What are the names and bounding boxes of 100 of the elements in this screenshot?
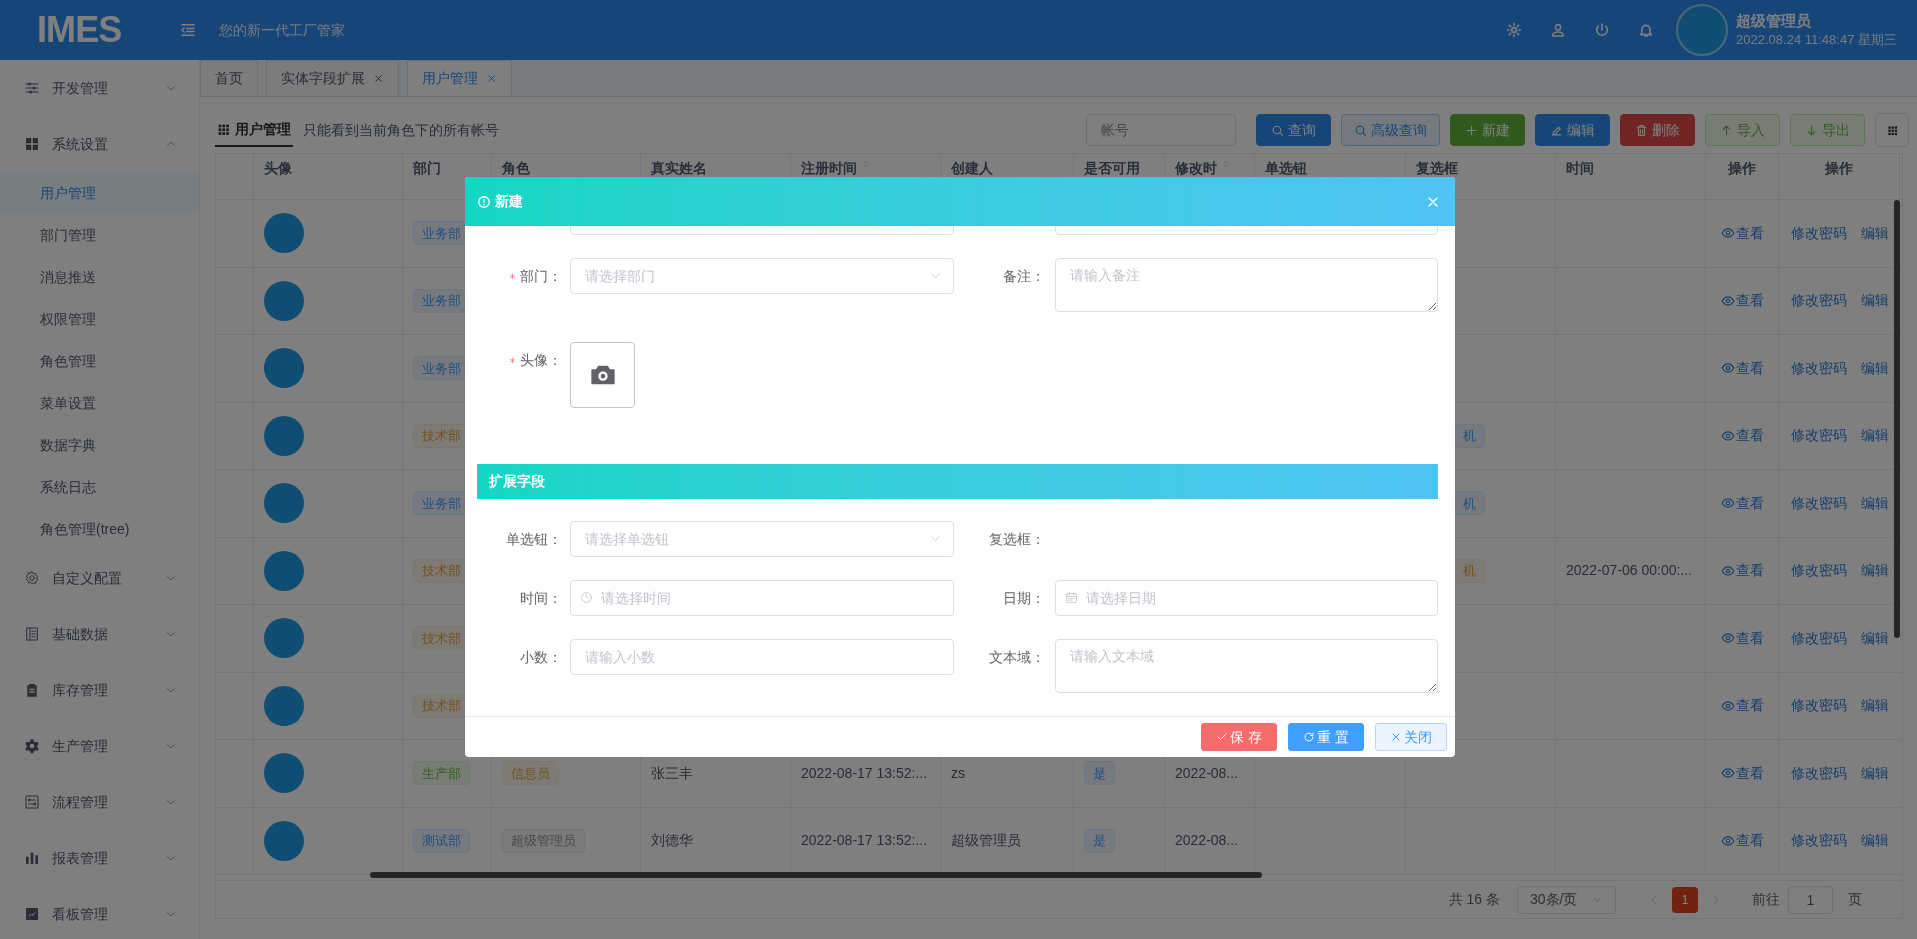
page-input[interactable]: 1 bbox=[1788, 885, 1833, 914]
dialog-button[interactable]: 重 置 bbox=[1288, 723, 1364, 751]
toggle-panel-icon bbox=[24, 794, 40, 810]
view-link[interactable]: 查看 bbox=[1720, 560, 1764, 582]
sidebar-item[interactable]: 流程管理 bbox=[0, 774, 199, 830]
sidebar-item[interactable]: 生产管理 bbox=[0, 718, 199, 774]
sidebar-item[interactable]: 系统设置 bbox=[0, 116, 199, 172]
edit-link[interactable]: 编辑 bbox=[1860, 695, 1889, 717]
page-title-tab[interactable]: 用户管理 bbox=[215, 113, 293, 147]
edit-link[interactable]: 编辑 bbox=[1860, 830, 1889, 852]
edit-link[interactable]: 编辑 bbox=[1860, 290, 1889, 312]
toolbar-button[interactable]: 高级查询 bbox=[1341, 114, 1440, 146]
slogan: 您的新一代工厂管家 bbox=[219, 20, 345, 40]
sidebar-subitem[interactable]: 系统日志 bbox=[0, 466, 199, 508]
column-header[interactable]: 时间 bbox=[1556, 154, 1706, 199]
view-link[interactable]: 查看 bbox=[1720, 492, 1764, 514]
bell-icon[interactable] bbox=[1638, 22, 1655, 38]
dialog-button[interactable]: 保 存 bbox=[1201, 723, 1278, 751]
clipboard-icon bbox=[24, 682, 40, 698]
toolbar-button[interactable]: 删除 bbox=[1620, 114, 1695, 146]
sidebar-subitem[interactable]: 角色管理(tree) bbox=[0, 508, 199, 550]
search-field[interactable]: 帐号 bbox=[1086, 114, 1236, 146]
sidebar-item[interactable]: 看板管理 bbox=[0, 886, 199, 939]
vertical-scrollbar[interactable] bbox=[1894, 200, 1900, 638]
sidebar-subitem[interactable]: 角色管理 bbox=[0, 340, 199, 382]
toolbar-button[interactable]: 编辑 bbox=[1535, 114, 1610, 146]
view-link[interactable]: 查看 bbox=[1720, 627, 1764, 649]
table-cell-text: 2022-08-17 13:52:... bbox=[801, 763, 928, 783]
change-password-link[interactable]: 修改密码 bbox=[1790, 560, 1847, 582]
bar-chart-icon bbox=[24, 850, 40, 866]
user-icon[interactable] bbox=[1550, 22, 1567, 38]
toolbar-button[interactable]: 导出 bbox=[1790, 114, 1865, 146]
toolbar-button[interactable]: 查询 bbox=[1256, 114, 1331, 146]
change-password-link[interactable]: 修改密码 bbox=[1790, 830, 1847, 852]
sidebar-subitem[interactable]: 用户管理 bbox=[0, 172, 199, 214]
tab[interactable]: 实体字段扩展 bbox=[266, 60, 399, 96]
input-field[interactable]: 请输入小数 bbox=[570, 639, 954, 675]
change-password-link[interactable]: 修改密码 bbox=[1790, 290, 1847, 312]
column-header[interactable]: 头像 bbox=[254, 154, 403, 199]
edit-link[interactable]: 编辑 bbox=[1860, 627, 1889, 649]
page-button[interactable]: 1 bbox=[1672, 886, 1698, 913]
view-link[interactable]: 查看 bbox=[1720, 290, 1764, 312]
time-picker[interactable]: 请选择时间 bbox=[570, 580, 954, 616]
arrow-down-icon bbox=[1805, 123, 1818, 137]
select-field[interactable]: 请选择单选钮 bbox=[570, 521, 954, 557]
toolbar-button[interactable]: 新建 bbox=[1450, 114, 1525, 146]
view-link[interactable]: 查看 bbox=[1720, 425, 1764, 447]
sidebar-subitem[interactable]: 权限管理 bbox=[0, 298, 199, 340]
toolbar-button[interactable]: 导入 bbox=[1705, 114, 1780, 146]
change-password-link[interactable]: 修改密码 bbox=[1790, 695, 1847, 717]
close-icon[interactable] bbox=[486, 73, 497, 84]
textarea-field[interactable]: 请输入备注 bbox=[1055, 258, 1438, 312]
tab[interactable]: 用户管理 bbox=[407, 60, 512, 96]
view-link[interactable]: 查看 bbox=[1720, 762, 1764, 784]
view-link[interactable]: 查看 bbox=[1720, 222, 1764, 244]
horizontal-scrollbar[interactable] bbox=[370, 872, 1262, 878]
column-header[interactable]: 操作 bbox=[1779, 154, 1900, 199]
tag: 机 bbox=[1454, 423, 1485, 448]
view-link[interactable]: 查看 bbox=[1720, 357, 1764, 379]
view-link[interactable]: 查看 bbox=[1720, 830, 1764, 852]
sidebar-item[interactable]: 自定义配置 bbox=[0, 550, 199, 606]
close-icon[interactable] bbox=[373, 73, 384, 84]
change-password-link[interactable]: 修改密码 bbox=[1790, 627, 1847, 649]
change-password-link[interactable]: 修改密码 bbox=[1790, 222, 1847, 244]
column-header[interactable]: 操作 bbox=[1706, 154, 1779, 199]
view-link[interactable]: 查看 bbox=[1720, 695, 1764, 717]
sidebar-item[interactable]: 报表管理 bbox=[0, 830, 199, 886]
required-icon bbox=[509, 356, 516, 364]
sidebar-item[interactable]: 开发管理 bbox=[0, 60, 199, 116]
change-password-link[interactable]: 修改密码 bbox=[1790, 425, 1847, 447]
columns-button[interactable] bbox=[1875, 113, 1909, 147]
field-label: 头像： bbox=[520, 350, 562, 370]
edit-link[interactable]: 编辑 bbox=[1860, 762, 1889, 784]
change-password-link[interactable]: 修改密码 bbox=[1790, 357, 1847, 379]
sidebar-subitem[interactable]: 部门管理 bbox=[0, 214, 199, 256]
edit-link[interactable]: 编辑 bbox=[1860, 560, 1889, 582]
change-password-link[interactable]: 修改密码 bbox=[1790, 762, 1847, 784]
settings-icon[interactable] bbox=[1506, 22, 1523, 38]
edit-link[interactable]: 编辑 bbox=[1860, 222, 1889, 244]
sidebar-subitem[interactable]: 消息推送 bbox=[0, 256, 199, 298]
upload-box[interactable] bbox=[570, 342, 635, 408]
sidebar-subitem[interactable]: 数据字典 bbox=[0, 424, 199, 466]
tab[interactable]: 首页 bbox=[200, 60, 258, 96]
dialog-button[interactable]: 关闭 bbox=[1375, 723, 1447, 751]
select-field[interactable]: 请选择部门 bbox=[570, 258, 954, 294]
date-picker[interactable]: 请选择日期 bbox=[1055, 580, 1438, 616]
menu-fold-icon[interactable] bbox=[179, 21, 197, 39]
tag: 生产部 bbox=[413, 761, 470, 786]
edit-link[interactable]: 编辑 bbox=[1860, 357, 1889, 379]
field-label: 单选钮： bbox=[506, 529, 562, 549]
textarea-field[interactable]: 请输入文本域 bbox=[1055, 639, 1438, 693]
sidebar-item[interactable]: 基础数据 bbox=[0, 606, 199, 662]
page-size-select[interactable]: 30条/页 bbox=[1517, 885, 1616, 914]
power-icon[interactable] bbox=[1594, 22, 1611, 38]
edit-link[interactable]: 编辑 bbox=[1860, 425, 1889, 447]
sidebar-subitem[interactable]: 菜单设置 bbox=[0, 382, 199, 424]
edit-link[interactable]: 编辑 bbox=[1860, 492, 1889, 514]
change-password-link[interactable]: 修改密码 bbox=[1790, 492, 1847, 514]
avatar-icon[interactable] bbox=[1676, 4, 1729, 56]
sidebar-item[interactable]: 库存管理 bbox=[0, 662, 199, 718]
